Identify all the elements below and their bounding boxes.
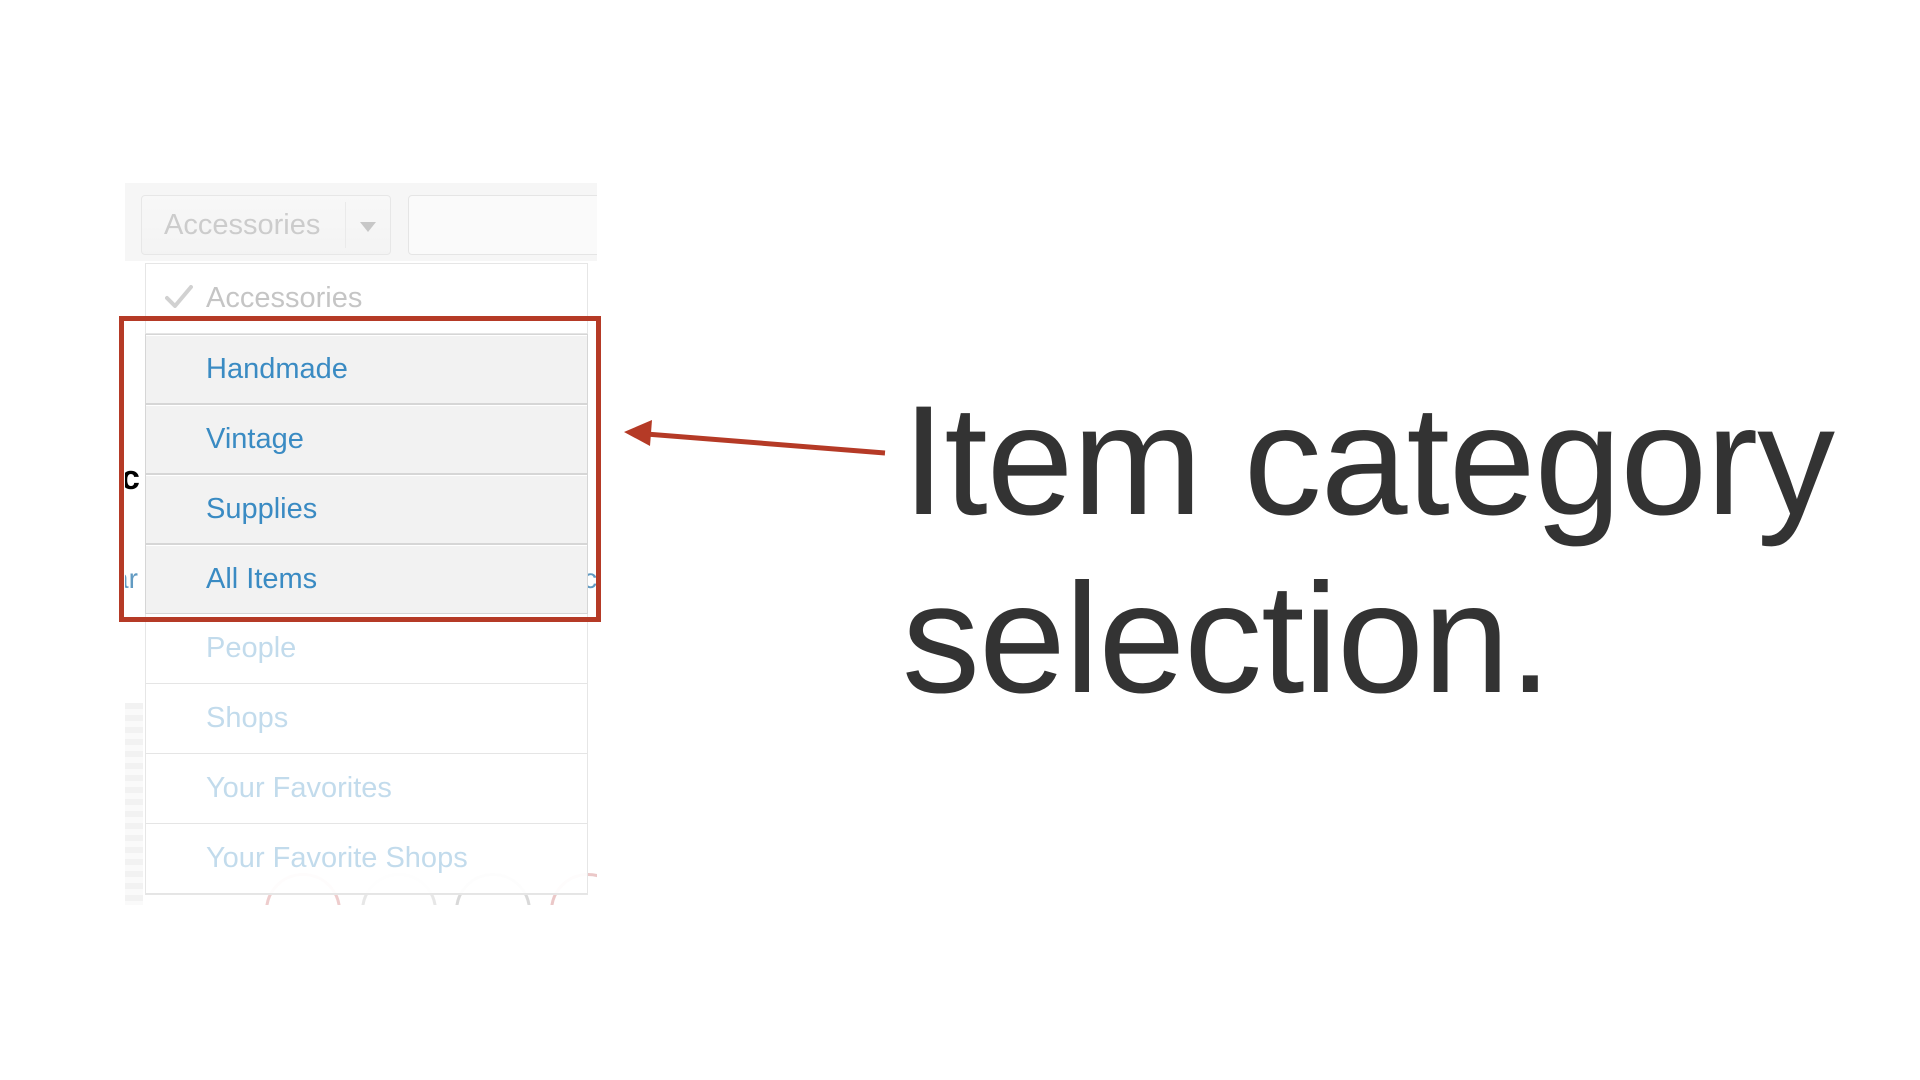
menu-item-your-favorites[interactable]: Your Favorites	[146, 754, 587, 824]
category-select[interactable]: Accessories	[141, 195, 391, 255]
annotation-highlight-box	[119, 316, 601, 622]
select-divider	[345, 202, 346, 248]
search-bar: Accessories	[125, 183, 597, 261]
annotation-caption: Item category selection.	[902, 372, 1882, 728]
menu-item-people[interactable]: People	[146, 614, 587, 684]
search-input[interactable]	[408, 195, 597, 255]
menu-item-label: Your Favorite Shops	[206, 842, 468, 874]
menu-item-label: Your Favorites	[206, 772, 392, 804]
annotation-arrow	[624, 420, 886, 456]
menu-item-label: Shops	[206, 702, 289, 734]
background-image-strip	[125, 703, 143, 905]
annotation-line-1: Item category	[902, 374, 1835, 548]
category-select-value: Accessories	[164, 209, 321, 241]
annotation-line-2: selection.	[902, 552, 1552, 726]
chevron-down-icon[interactable]	[360, 222, 376, 232]
menu-item-shops[interactable]: Shops	[146, 684, 587, 754]
menu-item-your-favorite-shops[interactable]: Your Favorite Shops	[146, 824, 587, 894]
slide: Accessories c ar c Accessories Handmade	[0, 0, 1920, 1080]
menu-item-label: People	[206, 632, 297, 664]
check-icon	[165, 285, 193, 308]
